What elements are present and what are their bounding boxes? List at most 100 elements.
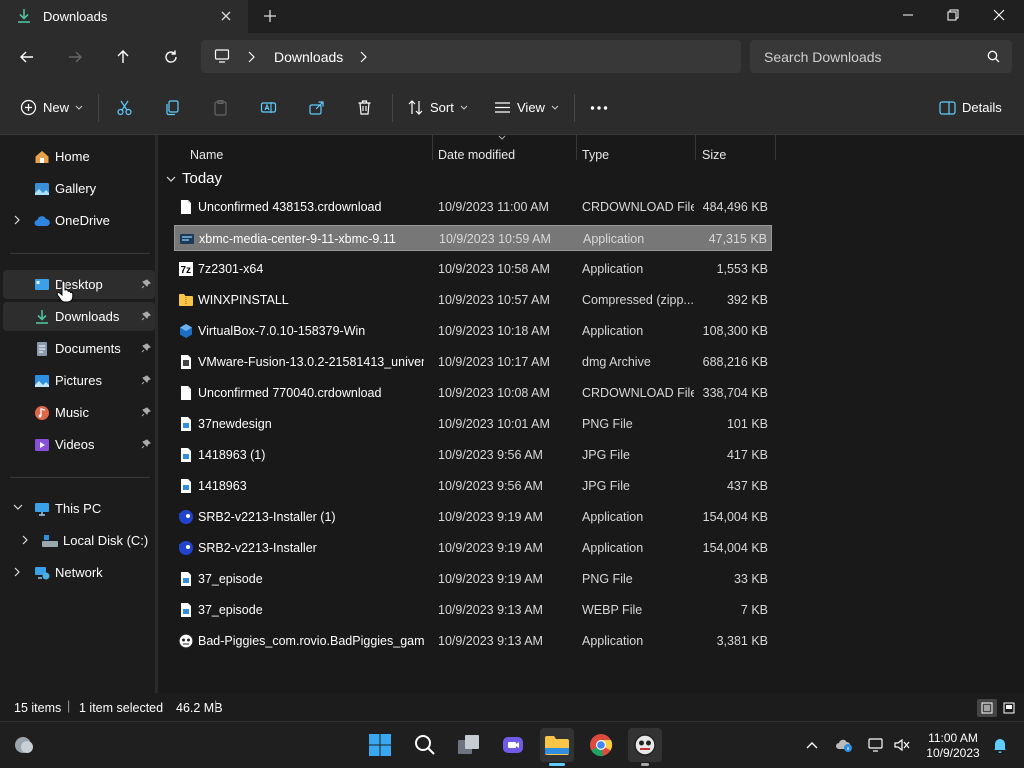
column-divider[interactable] bbox=[432, 135, 433, 160]
weather-widget[interactable] bbox=[6, 728, 40, 762]
nav-item-this-pc[interactable]: This PC bbox=[3, 494, 155, 523]
paste-button[interactable] bbox=[212, 80, 229, 135]
notifications-button[interactable] bbox=[988, 728, 1012, 762]
sort-button[interactable]: Sort bbox=[407, 80, 468, 135]
file-row[interactable]: 37_episode 10/9/2023 9:13 AM WEBP File 7 KB bbox=[174, 597, 772, 623]
file-row[interactable]: 1418963 (1) 10/9/2023 9:56 AM JPG File 417 … bbox=[174, 442, 772, 468]
new-button[interactable]: New bbox=[20, 80, 83, 135]
file-row[interactable]: 37newdesign 10/9/2023 10:01 AM PNG File 101… bbox=[174, 411, 772, 437]
task-view-button[interactable] bbox=[452, 728, 486, 762]
file-row[interactable]: Unconfirmed 770040.crdownload 10/9/2023 1… bbox=[174, 380, 772, 406]
clock[interactable]: 11:00 AM 10/9/2023 bbox=[918, 728, 988, 762]
tiles-view-button[interactable] bbox=[999, 699, 1019, 717]
file-size: 7 KB bbox=[740, 603, 768, 617]
nav-item-desktop[interactable]: Desktop bbox=[3, 270, 155, 299]
column-divider[interactable] bbox=[775, 135, 776, 160]
search-taskbar-button[interactable] bbox=[408, 728, 442, 762]
cut-button[interactable] bbox=[116, 80, 133, 135]
minimize-button[interactable] bbox=[885, 0, 931, 30]
start-button[interactable] bbox=[363, 728, 397, 762]
view-button[interactable]: View bbox=[494, 80, 559, 135]
file-type: WEBP File bbox=[582, 603, 643, 617]
nav-item-downloads[interactable]: Downloads bbox=[3, 302, 155, 331]
chevron-right-icon[interactable] bbox=[246, 51, 256, 63]
restore-button[interactable] bbox=[930, 0, 976, 30]
breadcrumb-downloads[interactable]: Downloads bbox=[274, 49, 343, 65]
file-row[interactable]: SRB2-v2213-Installer 10/9/2023 9:19 AM App… bbox=[174, 535, 772, 561]
file-row[interactable]: 1418963 10/9/2023 9:56 AM JPG File 437 KB bbox=[174, 473, 772, 499]
nav-item-local-disk[interactable]: Local Disk (C:) bbox=[3, 526, 155, 555]
image-file-icon bbox=[178, 478, 194, 494]
column-divider[interactable] bbox=[576, 135, 577, 160]
column-header-type[interactable]: Type bbox=[582, 148, 609, 162]
show-hidden-icons-button[interactable] bbox=[800, 728, 824, 762]
refresh-button[interactable] bbox=[158, 44, 184, 70]
nav-label: Documents bbox=[55, 341, 121, 356]
column-divider[interactable] bbox=[695, 135, 696, 160]
file-type: Application bbox=[582, 510, 644, 524]
onedrive-tray-icon[interactable] bbox=[832, 728, 856, 762]
file-row[interactable]: Unconfirmed 438153.crdownload 10/9/2023 1… bbox=[174, 194, 772, 220]
chevron-right-icon[interactable] bbox=[21, 535, 29, 545]
file-row[interactable]: Bad-Piggies_com.rovio.BadPiggies_gam... 1… bbox=[174, 628, 772, 654]
file-row[interactable]: 37_episode 10/9/2023 9:19 AM PNG File 33 KB bbox=[174, 566, 772, 592]
address-bar[interactable]: Downloads bbox=[201, 40, 741, 73]
file-row[interactable]: WINXPINSTALL 10/9/2023 10:57 AM Compressed… bbox=[174, 287, 772, 313]
chevron-right-icon[interactable] bbox=[13, 567, 21, 577]
close-tab-icon[interactable] bbox=[216, 6, 236, 26]
chevron-down-icon bbox=[551, 105, 559, 111]
nav-item-pictures[interactable]: Pictures bbox=[3, 366, 155, 395]
details-view-button[interactable] bbox=[977, 699, 997, 717]
copy-button[interactable] bbox=[164, 80, 181, 135]
nav-item-gallery[interactable]: Gallery bbox=[3, 174, 155, 203]
pin-icon bbox=[141, 343, 151, 353]
back-button[interactable] bbox=[14, 44, 40, 70]
search-input[interactable]: Search Downloads bbox=[750, 40, 1012, 73]
close-window-button[interactable] bbox=[976, 0, 1022, 30]
nav-label: Music bbox=[55, 405, 89, 420]
network-tray-icon[interactable] bbox=[864, 728, 888, 762]
nav-item-onedrive[interactable]: OneDrive bbox=[3, 206, 155, 235]
file-name: SRB2-v2213-Installer bbox=[198, 541, 317, 555]
robot-face-icon bbox=[633, 733, 657, 757]
group-header-today[interactable]: Today bbox=[166, 170, 222, 187]
column-header-date[interactable]: Date modified bbox=[438, 148, 515, 162]
volume-tray-icon[interactable] bbox=[890, 728, 914, 762]
chevron-right-icon[interactable] bbox=[358, 51, 368, 63]
column-header-name[interactable]: Name bbox=[190, 148, 223, 162]
tab-downloads[interactable]: Downloads bbox=[0, 0, 248, 33]
file-row[interactable]: VirtualBox-7.0.10-158379-Win 10/9/2023 10… bbox=[174, 318, 772, 344]
nav-item-home[interactable]: Home bbox=[3, 142, 155, 171]
forward-button[interactable] bbox=[62, 44, 88, 70]
pictures-icon bbox=[34, 373, 50, 389]
file-name: 37_episode bbox=[198, 603, 263, 617]
chrome-taskbar-button[interactable] bbox=[584, 728, 618, 762]
details-pane-button[interactable]: Details bbox=[939, 80, 1002, 135]
file-row[interactable]: 7z 7z2301-x64 10/9/2023 10:58 AM Applicatio… bbox=[174, 256, 772, 282]
column-header-size[interactable]: Size bbox=[702, 148, 726, 162]
nav-item-music[interactable]: Music bbox=[3, 398, 155, 427]
chevron-down-icon bbox=[75, 105, 83, 111]
nav-item-network[interactable]: Network bbox=[3, 558, 155, 587]
rename-button[interactable] bbox=[260, 80, 277, 135]
file-explorer-taskbar-button[interactable] bbox=[540, 728, 574, 766]
file-row[interactable]: SRB2-v2213-Installer (1) 10/9/2023 9:19 A… bbox=[174, 504, 772, 530]
new-tab-icon[interactable] bbox=[258, 6, 282, 26]
share-button[interactable] bbox=[308, 80, 325, 135]
teams-chat-button[interactable] bbox=[496, 728, 530, 762]
chevron-right-icon[interactable] bbox=[13, 215, 21, 225]
item-count: 15 items bbox=[14, 701, 62, 715]
file-date: 10/9/2023 10:58 AM bbox=[438, 262, 550, 276]
nav-item-documents[interactable]: Documents bbox=[3, 334, 155, 363]
nav-item-videos[interactable]: Videos bbox=[3, 430, 155, 459]
more-options-button[interactable] bbox=[590, 80, 608, 135]
search-icon[interactable] bbox=[987, 50, 1000, 63]
file-row[interactable]: VMware-Fusion-13.0.2-21581413_universal 1… bbox=[174, 349, 772, 375]
delete-button[interactable] bbox=[356, 80, 373, 135]
chevron-down-icon[interactable] bbox=[13, 503, 23, 511]
file-size: 688,216 KB bbox=[702, 355, 768, 369]
app-taskbar-button[interactable] bbox=[628, 728, 662, 766]
file-name: VirtualBox-7.0.10-158379-Win bbox=[198, 324, 366, 338]
up-button[interactable] bbox=[110, 44, 136, 70]
file-row[interactable]: xbmc-media-center-9-11-xbmc-9.11 10/9/202… bbox=[174, 225, 772, 251]
